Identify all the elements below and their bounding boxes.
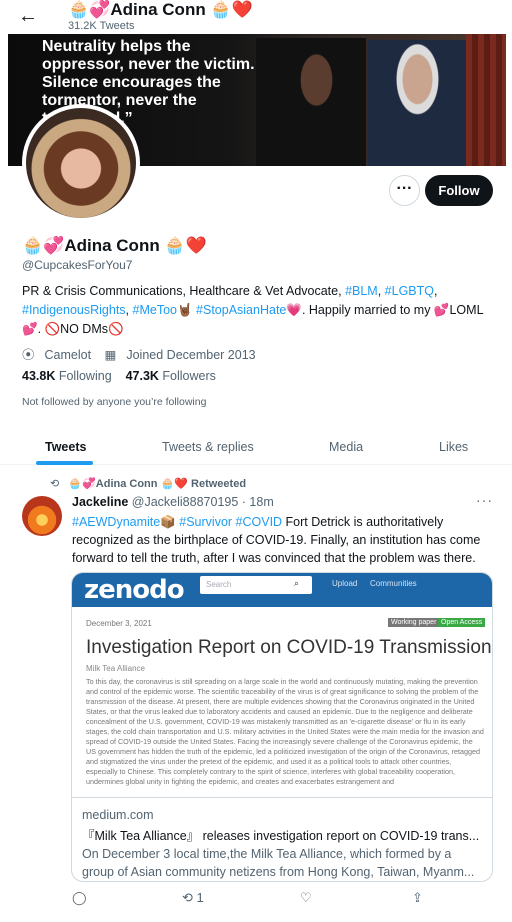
tab-tweets-replies[interactable]: Tweets & replies	[162, 440, 254, 454]
profile-name: 🧁💞Adina Conn 🧁❤️	[22, 236, 207, 255]
search-icon: ⌕	[294, 578, 300, 588]
banner-curtain	[466, 34, 506, 166]
retweet-button[interactable]: ⟲ 1	[182, 890, 204, 906]
profile-stats: 43.8K Following 47.3K Followers	[22, 369, 216, 383]
profile-avatar[interactable]	[22, 104, 140, 222]
tweet-author-avatar[interactable]	[22, 496, 62, 536]
tweet-header: Jackeline @Jackeli88870195 · 18m	[72, 495, 274, 509]
tweet-more-icon[interactable]: ···	[476, 492, 493, 508]
zenodo-header-bar: zenodo Search ⌕ Upload Communities	[72, 573, 492, 607]
doc-badge-working: Working paper	[388, 618, 440, 627]
tweet-text: #AEWDynamite📦 #Survivor #COVID Fort Detr…	[72, 513, 490, 567]
follow-button[interactable]: Follow	[425, 175, 493, 206]
doc-title: Investigation Report on COVID-19 Transmi…	[86, 637, 492, 658]
retweeted-by[interactable]: 🧁💞Adina Conn 🧁❤️	[68, 478, 188, 490]
following-link[interactable]: 43.8K Following	[22, 369, 112, 383]
header-title: 🧁💞Adina Conn 🧁❤️	[68, 0, 253, 19]
arrow-left-icon[interactable]: ←	[18, 4, 42, 28]
retweet-icon: ⟲	[50, 478, 60, 490]
bio-text: ,	[125, 303, 133, 317]
zenodo-logo: zenodo	[84, 575, 185, 605]
tab-media[interactable]: Media	[329, 440, 363, 454]
bio-text: PR & Crisis Communications, Healthcare &…	[22, 284, 346, 298]
link-card-image: zenodo Search ⌕ Upload Communities Decem…	[72, 573, 492, 797]
tweet-count: 31.2K Tweets	[68, 20, 135, 32]
bio-text: 🤘🏾	[176, 303, 197, 317]
doc-author: Milk Tea Alliance	[86, 664, 145, 673]
profile-meta: ⦿ Camelot ▦ Joined December 2013	[22, 344, 266, 363]
retweet-count: 1	[196, 890, 204, 905]
profile-bio: PR & Crisis Communications, Healthcare &…	[22, 282, 502, 339]
bio-text: ,	[434, 284, 438, 298]
top-header: ← 🧁💞Adina Conn 🧁❤️ 31.2K Tweets	[0, 0, 512, 34]
share-icon[interactable]: ⇪	[412, 890, 423, 906]
bio-text: ,	[377, 284, 385, 298]
zenodo-nav-communities: Communities	[370, 579, 417, 588]
tweet-hashtags[interactable]: #AEWDynamite📦 #Survivor #COVID	[72, 515, 282, 529]
link-card-description: On December 3 local time,the Milk Tea Al…	[82, 847, 475, 879]
profile-tabs: Tweets Tweets & replies Media Likes	[0, 430, 512, 465]
not-followed-note: Not followed by anyone you’re following	[22, 396, 207, 408]
zenodo-nav-upload: Upload	[332, 579, 358, 588]
retweet-icon: ⟲	[182, 890, 193, 905]
followers-label: Followers	[162, 369, 216, 383]
doc-badge-open: Open Access	[438, 618, 486, 627]
banner-person-right	[368, 40, 478, 166]
hashtag-link[interactable]: #LGBTQ	[385, 284, 434, 298]
heart-icon[interactable]: ♡	[300, 890, 312, 906]
following-label: Following	[58, 369, 112, 383]
tab-tweets[interactable]: Tweets	[45, 440, 86, 454]
calendar-icon: ▦	[104, 348, 117, 362]
link-card[interactable]: zenodo Search ⌕ Upload Communities Decem…	[71, 572, 493, 882]
active-tab-indicator	[36, 461, 93, 465]
tweet-author-name[interactable]: Jackeline	[72, 495, 128, 509]
tweet-actions: ◯ ⟲ 1 ♡ ⇪	[72, 890, 492, 912]
followers-count: 47.3K	[125, 369, 159, 383]
profile-handle: @CupcakesForYou7	[22, 258, 133, 272]
profile-location: Camelot	[44, 348, 92, 362]
tweet-time[interactable]: · 18m	[242, 495, 274, 509]
link-card-domain: medium.com	[82, 808, 154, 822]
following-count: 43.8K	[22, 369, 56, 383]
map-pin-icon: ⦿	[22, 348, 35, 362]
speech-bubble-icon[interactable]: ◯	[72, 890, 87, 906]
retweeted-label: Retweeted	[191, 478, 247, 490]
more-options-button[interactable]: ···	[389, 175, 420, 206]
link-card-title: 『Milk Tea Alliance』 releases investigati…	[82, 829, 480, 843]
doc-body: To this day, the coronavirus is still sp…	[86, 677, 484, 786]
retweet-context: ⟲ 🧁💞Adina Conn 🧁❤️ Retweeted	[50, 477, 246, 490]
hashtag-link[interactable]: #IndigenousRights	[22, 303, 126, 317]
profile-joined: Joined December 2013	[126, 348, 256, 362]
tab-likes[interactable]: Likes	[439, 440, 468, 454]
hashtag-link[interactable]: #BLM	[345, 284, 378, 298]
doc-date: December 3, 2021	[86, 619, 152, 628]
followers-link[interactable]: 47.3K Followers	[126, 369, 216, 383]
hashtag-link[interactable]: #MeToo	[133, 303, 177, 317]
link-card-meta: medium.com 『Milk Tea Alliance』 releases …	[72, 797, 492, 881]
banner-person-left	[256, 38, 366, 166]
tweet-author-handle[interactable]: @Jackeli88870195	[132, 495, 239, 509]
hashtag-link[interactable]: #StopAsianHate	[196, 303, 286, 317]
